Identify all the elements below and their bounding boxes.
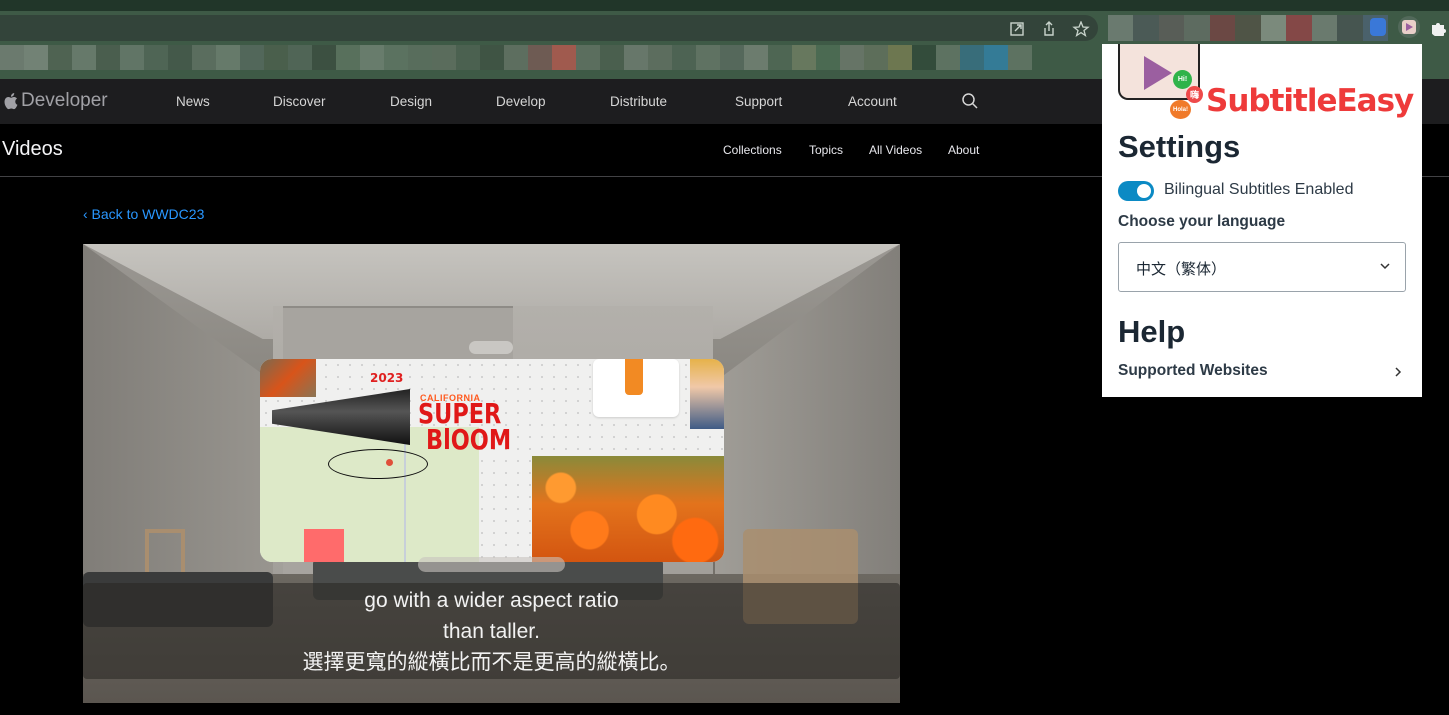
board-year: 2023	[370, 371, 404, 385]
google-docs-offline-icon[interactable]	[1370, 18, 1386, 36]
board-photo-landscape	[260, 359, 316, 397]
search-icon[interactable]	[961, 92, 979, 110]
subtitle-overlay: go with a wider aspect ratio than taller…	[83, 583, 900, 679]
freeform-board: 2023 CALIFORNIA SUPER BlOOM	[260, 359, 724, 562]
browser-toolbar	[0, 11, 1449, 44]
settings-heading: Settings	[1118, 129, 1241, 164]
logo-text: Developer	[21, 90, 108, 111]
nav-item-distribute[interactable]: Distribute	[610, 94, 667, 109]
subtitle-translation: 選擇更寬的縱橫比而不是更高的縱橫比。	[302, 651, 681, 674]
apple-developer-logo[interactable]: Developer	[3, 90, 108, 112]
extensions-puzzle-icon[interactable]	[1430, 19, 1448, 37]
bubble-hola-icon: Hola!	[1170, 100, 1191, 119]
brand-name: SubtitleEasy	[1206, 83, 1414, 119]
board-photo-poppies	[532, 456, 724, 562]
map-road	[404, 427, 406, 562]
bookmark-star-icon[interactable]	[1072, 21, 1090, 37]
chevron-down-icon	[1380, 263, 1390, 270]
subtitleeasy-popup: Hi! 嗨 Hola! SubtitleEasy Settings Biling…	[1102, 44, 1422, 397]
bookmarks-blurred	[0, 45, 1102, 70]
freeform-toolbar	[418, 557, 565, 572]
window-titlebar	[0, 0, 1449, 11]
help-heading: Help	[1118, 314, 1186, 349]
nav-item-develop[interactable]: Develop	[496, 94, 546, 109]
board-link-card	[593, 359, 679, 417]
sticky-note	[304, 529, 344, 562]
subtitleeasy-extension-icon[interactable]	[1398, 16, 1420, 38]
localnav-topics[interactable]: Topics	[809, 143, 843, 157]
nav-item-support[interactable]: Support	[735, 94, 782, 109]
nav-item-news[interactable]: News	[176, 94, 210, 109]
phone-case-image	[625, 359, 643, 395]
back-to-wwdc23-link[interactable]: ‹ Back to WWDC23	[83, 206, 204, 222]
board-photo-portrait	[690, 359, 724, 429]
localnav-about[interactable]: About	[948, 143, 979, 157]
language-select-value: 中文（繁体）	[1136, 261, 1227, 278]
board-headline: SUPER BlOOM	[418, 400, 512, 456]
localnav-collections[interactable]: Collections	[723, 143, 782, 157]
subtitle-english-line-1: go with a wider aspect ratio	[364, 589, 619, 612]
language-select[interactable]: 中文（繁体）	[1118, 242, 1406, 292]
video-scene-stool	[145, 529, 185, 574]
bubble-chinese-icon: 嗨	[1186, 86, 1203, 103]
share-icon[interactable]	[1040, 21, 1058, 37]
toggle-knob	[1137, 184, 1151, 198]
nav-item-account[interactable]: Account	[848, 94, 897, 109]
subtitle-english-line-2: than taller.	[443, 620, 540, 643]
page-title[interactable]: Videos	[2, 138, 63, 161]
supported-websites-link[interactable]: Supported Websites	[1118, 362, 1268, 380]
chevron-right-icon[interactable]	[1394, 366, 1402, 378]
open-in-new-icon[interactable]	[1008, 21, 1026, 37]
nav-item-design[interactable]: Design	[390, 94, 432, 109]
map-pin-icon	[386, 459, 393, 466]
pinned-extensions-blurred	[1108, 15, 1388, 41]
apple-logo-icon	[4, 93, 18, 110]
nav-item-discover[interactable]: Discover	[273, 94, 326, 109]
map-annotation-ellipse	[328, 449, 428, 479]
board-headline-line-2: BlOOM	[426, 423, 512, 456]
freeform-window-ornament	[469, 341, 513, 354]
play-icon	[1144, 56, 1172, 90]
language-label: Choose your language	[1118, 213, 1286, 230]
bilingual-subtitles-label[interactable]: Bilingual Subtitles Enabled	[1164, 181, 1353, 199]
address-bar[interactable]	[0, 15, 1098, 41]
localnav-all-videos[interactable]: All Videos	[869, 143, 922, 157]
bilingual-subtitles-toggle[interactable]	[1118, 181, 1154, 201]
bubble-hi-icon: Hi!	[1173, 70, 1192, 89]
